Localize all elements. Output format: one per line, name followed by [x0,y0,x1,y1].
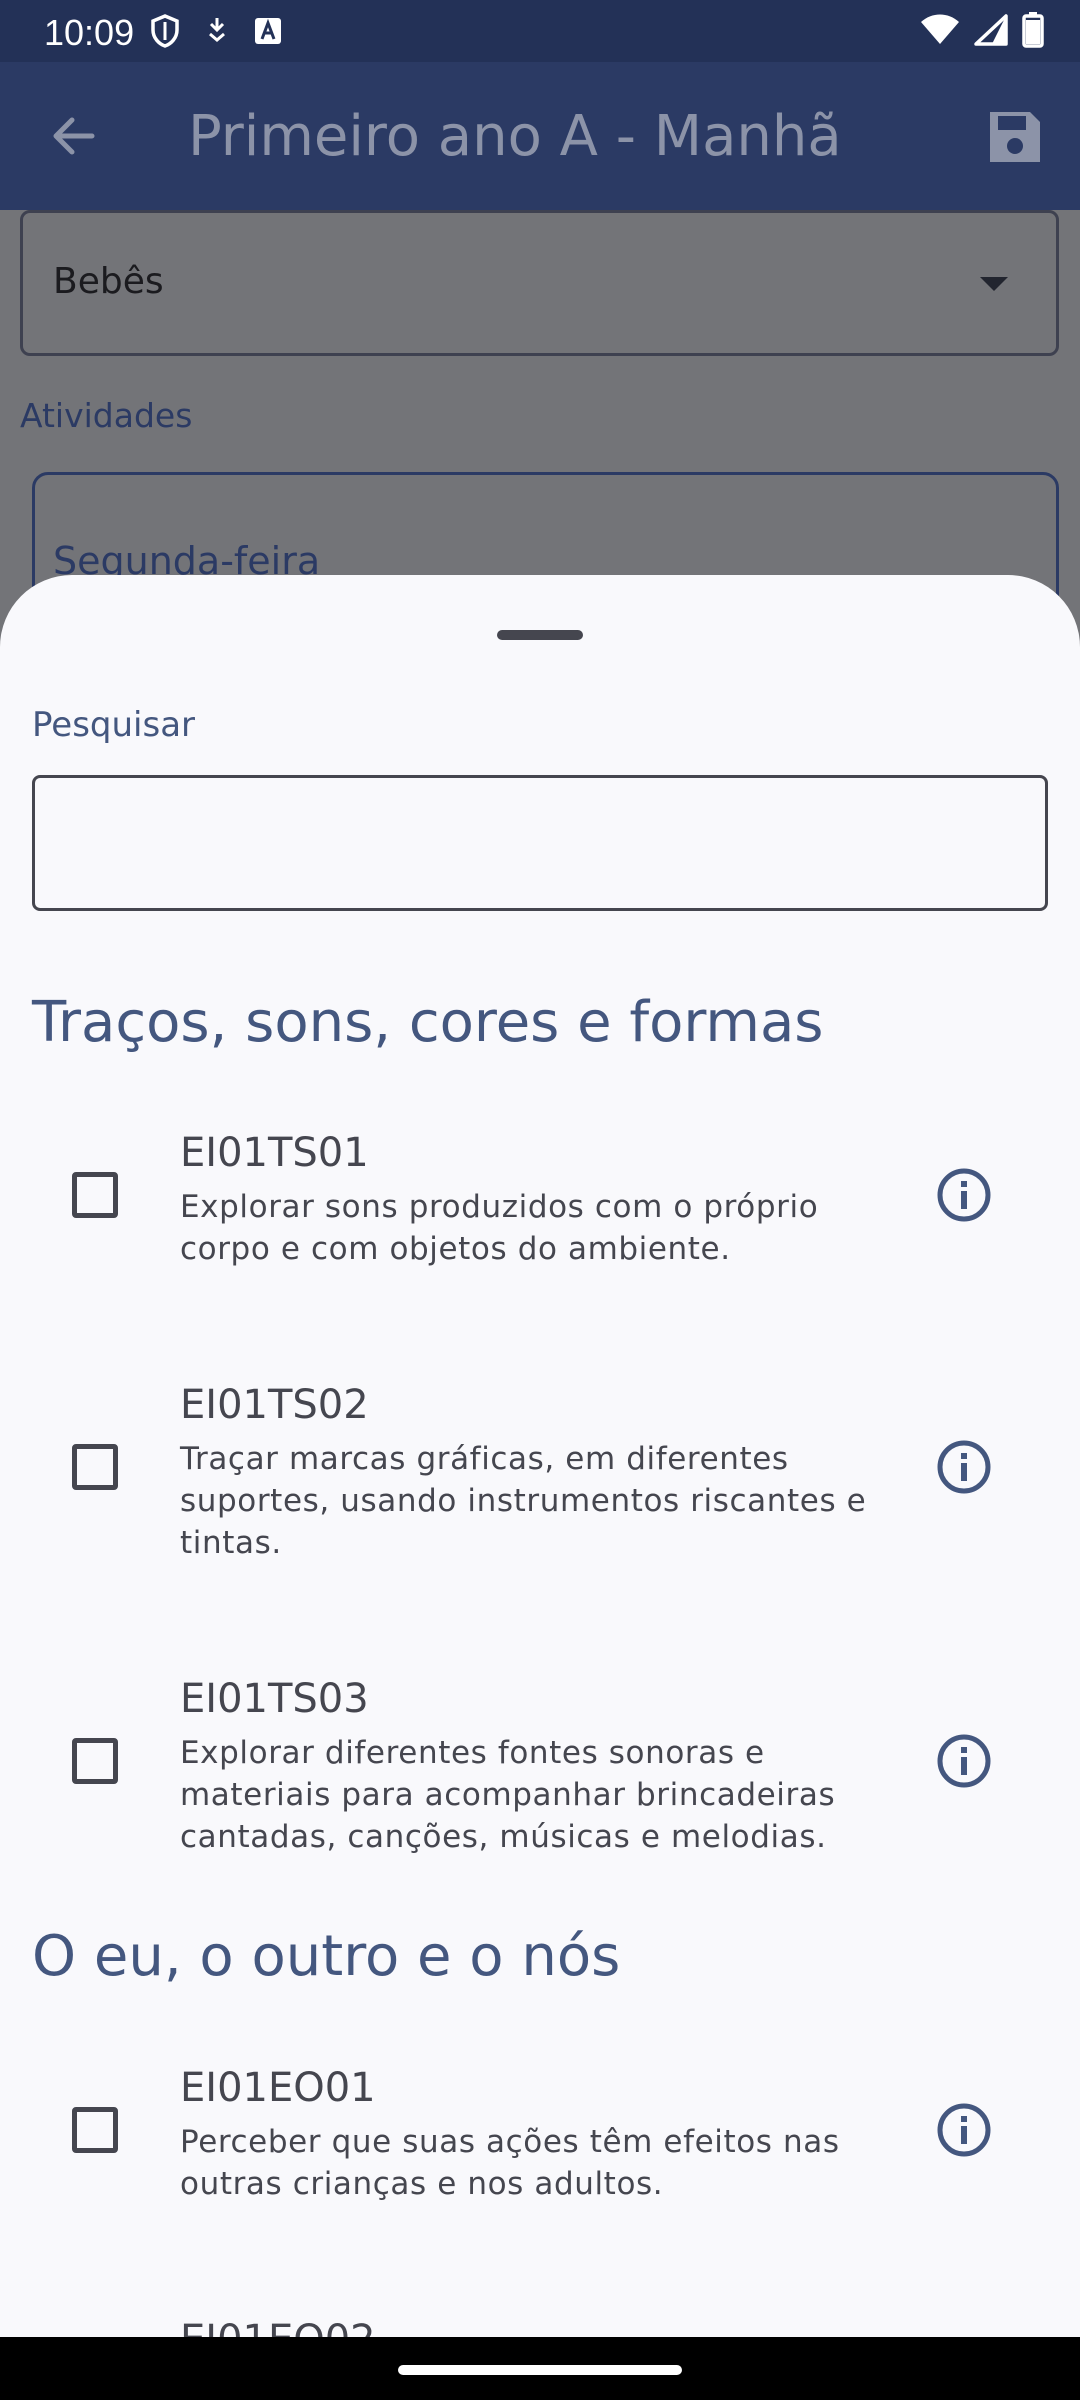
list-item: EI01TS03 Explorar diferentes fontes sono… [0,1676,1080,1916]
item-checkbox[interactable] [72,1172,118,1218]
a-badge-icon [255,18,281,44]
item-code: EI01TS01 [180,1130,369,1176]
item-checkbox[interactable] [72,1444,118,1490]
info-icon[interactable] [936,1733,992,1789]
info-icon[interactable] [936,2102,992,2158]
app-bar: Primeiro ano A - Manhã [0,62,1080,210]
section-title: O eu, o outro e o nós [32,1924,621,1989]
age-group-dropdown[interactable]: Bebês [20,210,1059,356]
item-checkbox[interactable] [72,1738,118,1784]
arrow-back-icon[interactable] [44,106,104,166]
list-item: EI01EO01 Perceber que suas ações têm efe… [0,2065,1080,2265]
download-icon [209,18,225,42]
bottom-sheet: Pesquisar Traços, sons, cores e formas E… [0,575,1080,2337]
list-item: EI01TS01 Explorar sons produzidos com o … [0,1130,1080,1330]
item-description: Perceber que suas ações têm efeitos nas … [180,2124,840,2202]
age-group-value: Bebês [53,261,164,302]
search-input[interactable] [32,775,1048,911]
shield-icon [151,14,179,48]
list-item: EI01EO02 [0,2317,1080,2337]
item-description: Traçar marcas gráficas, em diferentes su… [180,1441,867,1561]
home-gesture-handle[interactable] [398,2365,682,2375]
section-title: Traços, sons, cores e formas [32,990,824,1055]
item-description: Explorar sons produzidos com o próprio c… [180,1189,819,1267]
chevron-down-icon [980,277,1008,291]
wifi-icon [921,14,959,44]
activities-label: Atividades [20,396,193,435]
drag-handle[interactable] [497,630,583,640]
save-icon[interactable] [984,106,1046,168]
info-icon[interactable] [936,1439,992,1495]
navigation-bar [0,2337,1080,2400]
item-code: EI01TS03 [180,1676,369,1722]
item-code: EI01EO01 [180,2065,376,2111]
item-description: Explorar diferentes fontes sonoras e mat… [180,1735,836,1855]
item-checkbox[interactable] [72,2107,118,2153]
info-icon[interactable] [936,1167,992,1223]
item-code: EI01EO02 [180,2317,376,2337]
item-code: EI01TS02 [180,1382,369,1428]
status-bar: 10:09 [0,0,1080,62]
page-title: Primeiro ano A - Manhã [188,104,842,169]
search-label: Pesquisar [32,705,196,745]
signal-icon [974,14,1008,46]
battery-icon [1022,12,1044,48]
status-time: 10:09 [44,12,135,53]
list-item: EI01TS02 Traçar marcas gráficas, em dife… [0,1382,1080,1622]
